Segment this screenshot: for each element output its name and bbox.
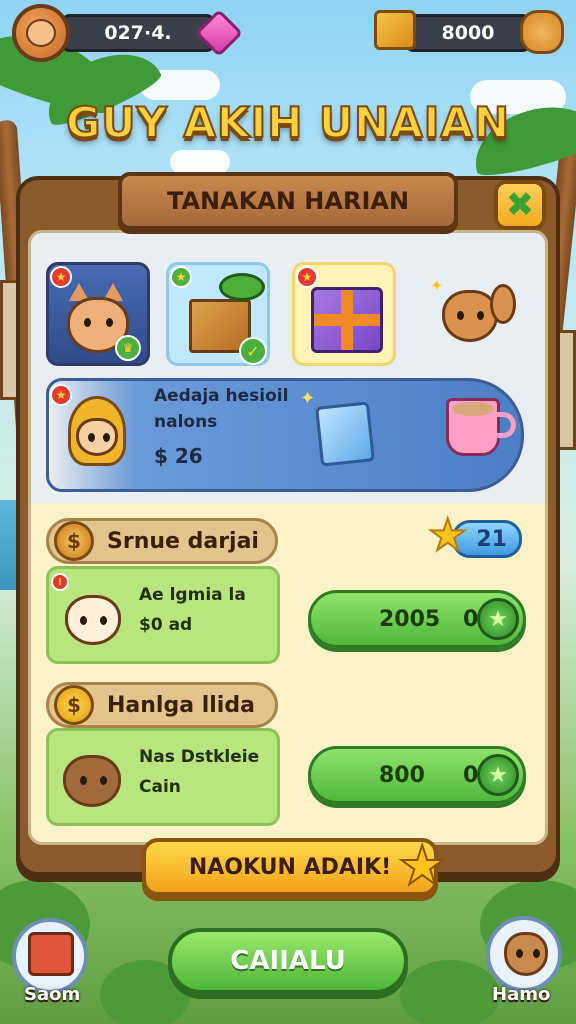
cloud <box>170 150 230 174</box>
buy-button-2-price: 800 <box>379 763 425 788</box>
leaf-lid-icon <box>219 273 265 301</box>
cookie-icon[interactable] <box>520 10 564 54</box>
crown-icon: ♛ <box>115 335 141 361</box>
banner-price: $ 26 <box>154 444 203 468</box>
coin-value: 8000 <box>441 22 495 44</box>
claim-banner[interactable]: NAOKUN ADAIK! <box>142 838 438 896</box>
bunny-icon <box>65 595 121 645</box>
alert-badge-icon: ★ <box>50 266 72 288</box>
alert-badge-icon: ★ <box>296 266 318 288</box>
cat-eye <box>84 318 91 327</box>
close-button[interactable]: ✖ <box>494 180 546 230</box>
check-coin-icon: ✓ <box>239 337 267 365</box>
item-card-2[interactable]: Nas Dstkleie Cain <box>46 728 280 826</box>
claim-banner-text: NAOKUN ADAIK! <box>188 854 392 880</box>
green-star-coin-icon: ★ <box>477 754 519 796</box>
coin-icon: $ <box>54 521 94 561</box>
star-badge-icon: ★ <box>170 266 192 288</box>
item-1-line-2: $0 ad <box>139 615 193 635</box>
sparkle-icon: ✦ <box>430 276 444 295</box>
profile-label: Hamo <box>492 984 551 1005</box>
sparkle-icon: ✦ <box>300 388 316 409</box>
star-icon: ★ <box>397 833 447 898</box>
banner-line-2: nalons <box>154 412 218 432</box>
cup-foam <box>452 402 494 416</box>
shop-icon <box>28 932 74 976</box>
bunny-eye <box>100 616 107 625</box>
section-label-1-text: Srnue darjai <box>107 528 259 554</box>
currency-value: 027·4. <box>104 22 172 44</box>
coin-counter: 8000 <box>404 14 532 52</box>
shop-label: Saom <box>24 984 81 1005</box>
creature-eye <box>88 433 95 442</box>
otter-avatar-icon <box>504 932 548 976</box>
section-label-2-text: Hanlga llida <box>107 692 255 718</box>
creature-face <box>76 418 118 456</box>
main-action-label: CAIIALU <box>230 946 346 976</box>
gold-coin-icon: $ <box>54 685 94 725</box>
buy-button-1-price: 2005 <box>379 607 441 632</box>
buy-button-2[interactable]: 800 0 ★ <box>308 746 526 804</box>
item-card-1[interactable]: ! Ae lgmia la $0 ad <box>46 566 280 664</box>
cat-eye <box>106 318 113 327</box>
bunny-eye <box>80 616 87 625</box>
ribbon <box>314 314 380 326</box>
green-star-coin-icon: ★ <box>477 598 519 640</box>
item-2-line-1: Nas Dstkleie <box>139 747 260 767</box>
alert-badge-icon: ! <box>51 573 69 591</box>
buy-button-1[interactable]: 2005 0 ★ <box>308 590 526 648</box>
item-2-line-2: Cain <box>139 777 181 797</box>
otter-eye <box>516 949 523 958</box>
currency-counter: 027·4. <box>60 14 216 52</box>
otter-eye <box>533 949 540 958</box>
bush <box>400 960 500 1024</box>
reward-slot-squirrel[interactable]: ✦ <box>430 270 526 360</box>
profile-button[interactable] <box>486 916 562 992</box>
main-action-button[interactable]: CAIIALU <box>168 928 408 994</box>
squirrel-eye <box>477 311 484 320</box>
page-title: GUY AKIH UNAIAN <box>65 97 511 148</box>
puppy-eye <box>80 776 87 785</box>
squirrel-tail <box>490 284 516 324</box>
hooded-creature-icon <box>62 396 132 478</box>
star-icon: ★ <box>427 509 468 562</box>
present-icon <box>311 287 383 353</box>
creature-eye <box>103 433 110 442</box>
puppy-eye <box>100 776 107 785</box>
x-icon: ✖ <box>505 185 535 225</box>
shop-button[interactable] <box>12 918 88 994</box>
treasure-chest-icon[interactable] <box>374 10 416 50</box>
monkey-icon <box>26 19 56 47</box>
item-1-line-1: Ae lgmia la <box>139 585 246 605</box>
panel-header-text: TANAKAN HARIAN <box>166 187 410 215</box>
puppy-icon <box>63 755 121 807</box>
panel-header: TANAKAN HARIAN <box>118 172 458 230</box>
squirrel-eye <box>457 311 464 320</box>
banner-line-1: Aedaja hesioil <box>154 386 289 406</box>
player-avatar[interactable] <box>12 4 70 62</box>
score-value: 21 <box>476 526 507 552</box>
ice-gift-icon <box>315 401 375 467</box>
